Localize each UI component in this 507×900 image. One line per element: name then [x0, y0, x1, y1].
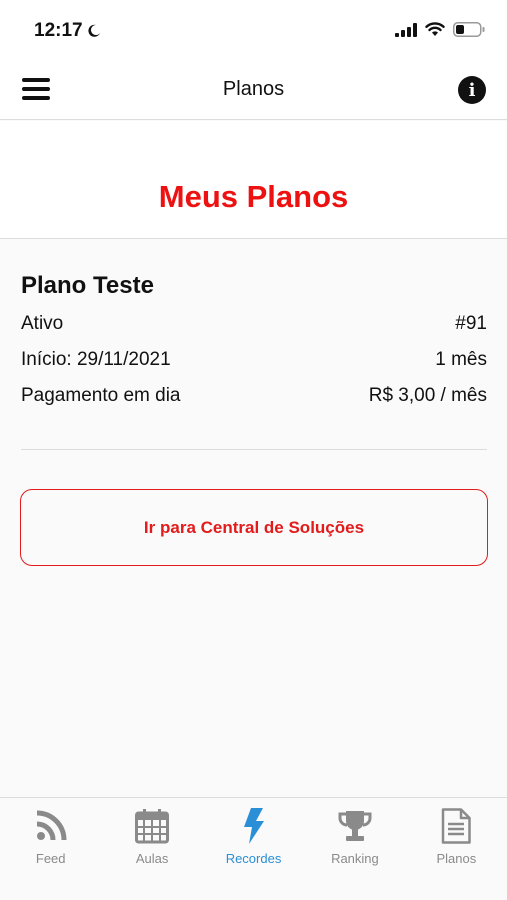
plan-name: Plano Teste	[21, 272, 154, 299]
header-section: Meus Planos	[0, 121, 507, 239]
plan-payment-row: Pagamento em dia R$ 3,00 / mês	[21, 378, 487, 414]
plan-payment-status: Pagamento em dia	[21, 385, 181, 406]
tab-label: Planos	[436, 851, 477, 866]
plan-number: #91	[455, 313, 487, 334]
navigation-bar: Planos i	[0, 62, 507, 120]
tab-label: Ranking	[331, 851, 379, 866]
plan-start-date: Início: 29/11/2021	[21, 349, 171, 370]
plan-card: Plano Teste Ativo #91 Início: 29/11/2021…	[21, 272, 487, 414]
info-icon: i	[468, 79, 476, 101]
signal-icon	[395, 22, 417, 37]
plan-start-row: Início: 29/11/2021 1 mês	[21, 342, 487, 378]
lightning-icon	[235, 807, 273, 845]
plan-price: R$ 3,00 / mês	[368, 385, 487, 406]
tab-label: Feed	[35, 851, 66, 866]
rss-icon	[32, 807, 70, 845]
calendar-icon	[133, 807, 171, 845]
plan-duration: 1 mês	[435, 349, 487, 370]
info-button[interactable]: i	[458, 76, 486, 104]
tab-label: Aulas	[135, 851, 169, 866]
central-solutions-button[interactable]: Ir para Central de Soluções	[20, 489, 488, 566]
tab-ranking[interactable]: Ranking	[304, 798, 405, 900]
moon-icon	[88, 24, 100, 37]
tab-feed[interactable]: Feed	[0, 798, 101, 900]
trophy-icon	[336, 807, 374, 845]
divider	[21, 449, 487, 450]
wifi-icon	[425, 22, 445, 36]
plan-status: Ativo	[21, 313, 64, 334]
document-icon	[437, 807, 475, 845]
battery-icon	[453, 22, 485, 37]
plan-status-row: Ativo #91	[21, 306, 487, 342]
status-time: 12:17	[34, 20, 101, 42]
page-title: Planos	[222, 78, 285, 100]
tab-aulas[interactable]: Aulas	[101, 798, 202, 900]
status-bar: 12:17	[0, 0, 507, 62]
tab-planos[interactable]: Planos	[406, 798, 507, 900]
status-indicators	[395, 22, 485, 37]
status-time-text: 12:17	[34, 20, 83, 41]
section-title: Meus Planos	[158, 179, 349, 214]
tab-bar: Feed Aulas Recordes Ranking Planos	[0, 797, 507, 900]
tab-label: Recordes	[225, 851, 282, 866]
tab-recordes[interactable]: Recordes	[203, 798, 304, 900]
